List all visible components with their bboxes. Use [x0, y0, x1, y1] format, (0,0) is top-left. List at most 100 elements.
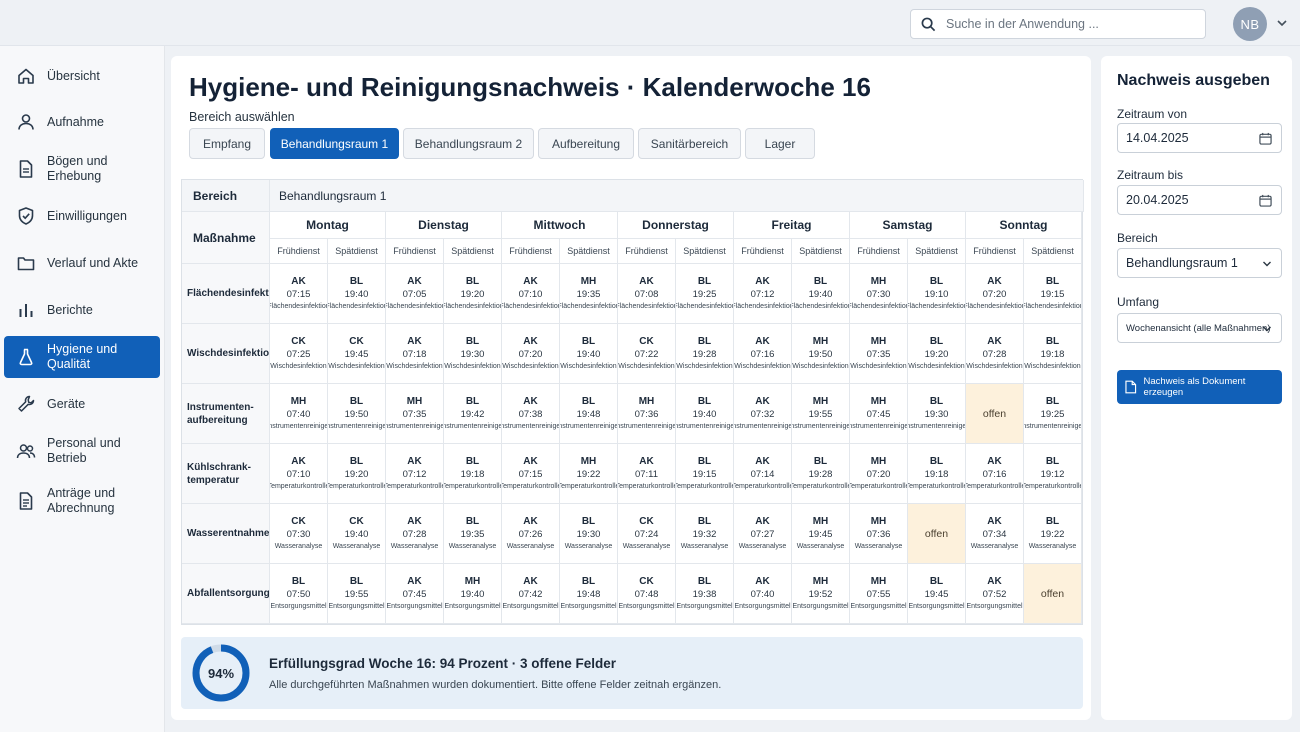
open-cell[interactable]: offen: [966, 384, 1024, 444]
table-cell[interactable]: MH 07:30 Flächendesinfektion: [850, 264, 908, 324]
table-cell[interactable]: BL 19:10 Flächendesinfektion: [908, 264, 966, 324]
table-cell[interactable]: AK 07:05 Flächendesinfektion: [386, 264, 444, 324]
table-cell[interactable]: MH 07:55 Entsorgungsmittel: [850, 564, 908, 624]
table-cell[interactable]: CK 07:24 Wasseranalyse: [618, 504, 676, 564]
table-cell[interactable]: MH 19:40 Entsorgungsmittel: [444, 564, 502, 624]
table-cell[interactable]: AK 07:52 Entsorgungsmittel: [966, 564, 1024, 624]
search-input[interactable]: Suche in der Anwendung ...: [910, 9, 1206, 39]
table-cell[interactable]: BL 19:30 Instrumentenreiniger: [908, 384, 966, 444]
table-cell[interactable]: MH 07:20 Temperaturkontrolle: [850, 444, 908, 504]
table-cell[interactable]: AK 07:20 Wischdesinfektion: [502, 324, 560, 384]
tab-5[interactable]: Sanitärbereich: [638, 128, 741, 159]
table-cell[interactable]: BL 19:50 Instrumentenreiniger: [328, 384, 386, 444]
table-cell[interactable]: BL 19:15 Temperaturkontrolle: [676, 444, 734, 504]
table-cell[interactable]: MH 07:45 Instrumentenreiniger: [850, 384, 908, 444]
table-cell[interactable]: CK 07:48 Entsorgungsmittel: [618, 564, 676, 624]
table-cell[interactable]: BL 19:40 Flächendesinfektion: [328, 264, 386, 324]
table-cell[interactable]: CK 19:40 Wasseranalyse: [328, 504, 386, 564]
table-cell[interactable]: AK 07:15 Temperaturkontrolle: [502, 444, 560, 504]
to-date-field[interactable]: 20.04.2025: [1117, 185, 1282, 215]
tab-4[interactable]: Aufbereitung: [538, 128, 634, 159]
calendar-icon[interactable]: [1259, 194, 1272, 207]
table-cell[interactable]: MH 07:36 Wasseranalyse: [850, 504, 908, 564]
table-cell[interactable]: BL 19:25 Flächendesinfektion: [676, 264, 734, 324]
table-cell[interactable]: BL 19:32 Wasseranalyse: [676, 504, 734, 564]
scope-select[interactable]: Wochenansicht (alle Maßnahmen): [1117, 313, 1282, 343]
table-cell[interactable]: BL 19:22 Wasseranalyse: [1024, 504, 1082, 564]
table-cell[interactable]: MH 07:40 Instrumentenreiniger: [270, 384, 328, 444]
table-cell[interactable]: BL 19:18 Temperaturkontrolle: [908, 444, 966, 504]
table-cell[interactable]: BL 19:25 Instrumentenreiniger: [1024, 384, 1082, 444]
sidebar-item-10[interactable]: Anträge und Abrechnung: [4, 480, 160, 522]
table-cell[interactable]: BL 19:48 Instrumentenreiniger: [560, 384, 618, 444]
table-cell[interactable]: BL 19:40 Instrumentenreiniger: [676, 384, 734, 444]
generate-document-button[interactable]: Nachweis als Dokument erzeugen: [1117, 370, 1282, 404]
table-cell[interactable]: BL 19:38 Entsorgungsmittel: [676, 564, 734, 624]
table-cell[interactable]: AK 07:45 Entsorgungsmittel: [386, 564, 444, 624]
table-cell[interactable]: MH 19:45 Wasseranalyse: [792, 504, 850, 564]
table-cell[interactable]: MH 19:55 Instrumentenreiniger: [792, 384, 850, 444]
table-cell[interactable]: AK 07:12 Flächendesinfektion: [734, 264, 792, 324]
table-cell[interactable]: AK 07:20 Flächendesinfektion: [966, 264, 1024, 324]
sidebar-item-7[interactable]: Hygiene und Qualität: [4, 336, 160, 378]
table-cell[interactable]: BL 19:12 Temperaturkontrolle: [1024, 444, 1082, 504]
table-cell[interactable]: AK 07:15 Flächendesinfektion: [270, 264, 328, 324]
table-cell[interactable]: BL 19:20 Flächendesinfektion: [444, 264, 502, 324]
sidebar-item-4[interactable]: Einwilligungen: [4, 195, 160, 237]
table-cell[interactable]: AK 07:42 Entsorgungsmittel: [502, 564, 560, 624]
table-cell[interactable]: MH 07:35 Instrumentenreiniger: [386, 384, 444, 444]
avatar[interactable]: NB: [1233, 7, 1267, 41]
table-cell[interactable]: MH 19:35 Flächendesinfektion: [560, 264, 618, 324]
table-cell[interactable]: AK 07:27 Wasseranalyse: [734, 504, 792, 564]
tab-6[interactable]: Lager: [745, 128, 815, 159]
table-cell[interactable]: CK 19:45 Wischdesinfektion: [328, 324, 386, 384]
table-cell[interactable]: AK 07:10 Flächendesinfektion: [502, 264, 560, 324]
table-cell[interactable]: BL 19:30 Wischdesinfektion: [444, 324, 502, 384]
table-cell[interactable]: MH 19:50 Wischdesinfektion: [792, 324, 850, 384]
table-cell[interactable]: AK 07:28 Wischdesinfektion: [966, 324, 1024, 384]
table-cell[interactable]: BL 07:50 Entsorgungsmittel: [270, 564, 328, 624]
table-cell[interactable]: AK 07:38 Instrumentenreiniger: [502, 384, 560, 444]
table-cell[interactable]: BL 19:55 Entsorgungsmittel: [328, 564, 386, 624]
from-date-field[interactable]: 14.04.2025: [1117, 123, 1282, 153]
table-cell[interactable]: BL 19:28 Wischdesinfektion: [676, 324, 734, 384]
table-cell[interactable]: AK 07:18 Wischdesinfektion: [386, 324, 444, 384]
table-cell[interactable]: BL 19:48 Entsorgungsmittel: [560, 564, 618, 624]
table-cell[interactable]: AK 07:11 Temperaturkontrolle: [618, 444, 676, 504]
table-cell[interactable]: AK 07:40 Entsorgungsmittel: [734, 564, 792, 624]
table-cell[interactable]: BL 19:28 Temperaturkontrolle: [792, 444, 850, 504]
table-cell[interactable]: AK 07:16 Temperaturkontrolle: [966, 444, 1024, 504]
table-cell[interactable]: MH 07:35 Wischdesinfektion: [850, 324, 908, 384]
sidebar-item-1[interactable]: Übersicht: [4, 55, 160, 97]
sidebar-item-9[interactable]: Personal und Betrieb: [4, 430, 160, 472]
table-cell[interactable]: BL 19:40 Wischdesinfektion: [560, 324, 618, 384]
tab-3[interactable]: Behandlungsraum 2: [403, 128, 534, 159]
sidebar-item-6[interactable]: Berichte: [4, 289, 160, 331]
sidebar-item-2[interactable]: Aufnahme: [4, 101, 160, 143]
table-cell[interactable]: BL 19:30 Wasseranalyse: [560, 504, 618, 564]
table-cell[interactable]: BL 19:15 Flächendesinfektion: [1024, 264, 1082, 324]
table-cell[interactable]: BL 19:20 Temperaturkontrolle: [328, 444, 386, 504]
table-cell[interactable]: CK 07:30 Wasseranalyse: [270, 504, 328, 564]
table-cell[interactable]: BL 19:42 Instrumentenreiniger: [444, 384, 502, 444]
table-cell[interactable]: AK 07:26 Wasseranalyse: [502, 504, 560, 564]
area-select[interactable]: Behandlungsraum 1: [1117, 248, 1282, 278]
table-cell[interactable]: BL 19:35 Wasseranalyse: [444, 504, 502, 564]
table-cell[interactable]: AK 07:34 Wasseranalyse: [966, 504, 1024, 564]
table-cell[interactable]: BL 19:18 Temperaturkontrolle: [444, 444, 502, 504]
table-cell[interactable]: AK 07:32 Instrumentenreiniger: [734, 384, 792, 444]
open-cell[interactable]: offen: [908, 504, 966, 564]
table-cell[interactable]: AK 07:16 Wischdesinfektion: [734, 324, 792, 384]
tab-2[interactable]: Behandlungsraum 1: [270, 128, 399, 159]
open-cell[interactable]: offen: [1024, 564, 1082, 624]
table-cell[interactable]: CK 07:22 Wischdesinfektion: [618, 324, 676, 384]
sidebar-item-3[interactable]: Bögen und Erhebung: [4, 148, 160, 190]
table-cell[interactable]: AK 07:10 Temperaturkontrolle: [270, 444, 328, 504]
table-cell[interactable]: CK 07:25 Wischdesinfektion: [270, 324, 328, 384]
table-cell[interactable]: AK 07:14 Temperaturkontrolle: [734, 444, 792, 504]
calendar-icon[interactable]: [1259, 132, 1272, 145]
table-cell[interactable]: MH 07:36 Instrumentenreiniger: [618, 384, 676, 444]
table-cell[interactable]: AK 07:08 Flächendesinfektion: [618, 264, 676, 324]
table-cell[interactable]: BL 19:40 Flächendesinfektion: [792, 264, 850, 324]
sidebar-item-5[interactable]: Verlauf und Akte: [4, 242, 160, 284]
